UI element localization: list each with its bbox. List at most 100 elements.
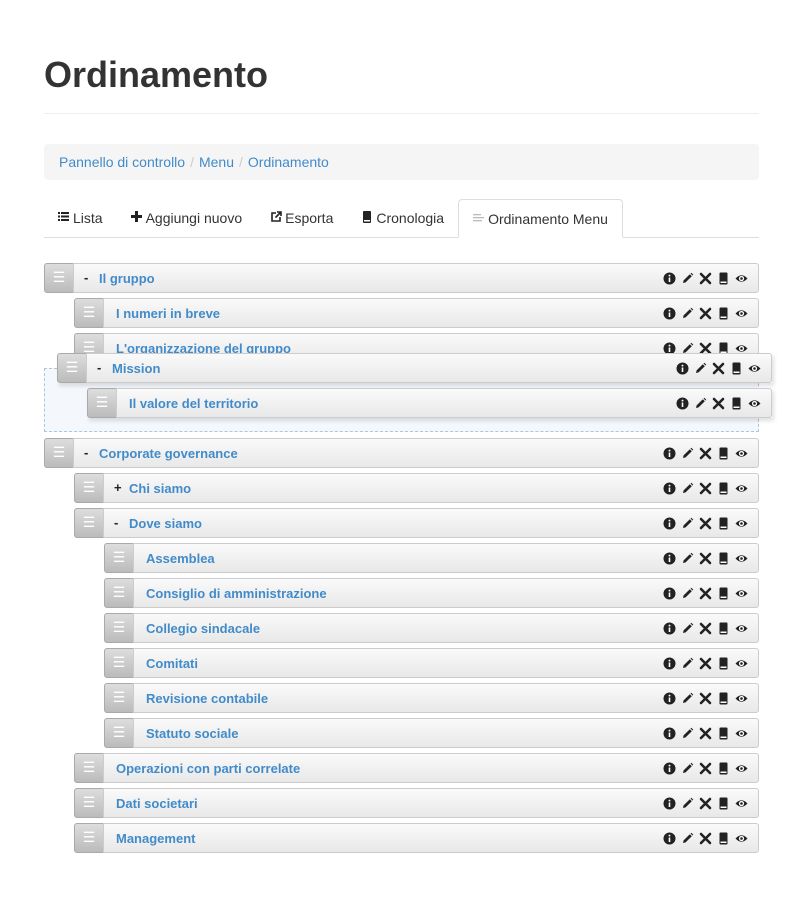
info-icon[interactable] bbox=[663, 342, 676, 353]
drag-handle-icon[interactable]: ☰ bbox=[74, 333, 104, 353]
menu-item-label[interactable]: I numeri in breve bbox=[116, 306, 220, 321]
view-icon[interactable] bbox=[735, 307, 748, 320]
info-icon[interactable] bbox=[676, 397, 689, 410]
book-icon[interactable] bbox=[730, 397, 743, 410]
delete-icon[interactable] bbox=[699, 587, 712, 600]
delete-icon[interactable] bbox=[699, 727, 712, 740]
delete-icon[interactable] bbox=[699, 797, 712, 810]
edit-icon[interactable] bbox=[681, 622, 694, 635]
menu-item[interactable]: ☰ - Il gruppo bbox=[44, 263, 759, 293]
menu-item-label[interactable]: Chi siamo bbox=[129, 481, 191, 496]
book-icon[interactable] bbox=[717, 797, 730, 810]
edit-icon[interactable] bbox=[694, 362, 707, 375]
drag-handle-icon[interactable]: ☰ bbox=[87, 388, 117, 418]
drag-handle-icon[interactable]: ☰ bbox=[44, 263, 74, 293]
drag-handle-icon[interactable]: ☰ bbox=[74, 753, 104, 783]
drag-handle-icon[interactable]: ☰ bbox=[104, 578, 134, 608]
edit-icon[interactable] bbox=[681, 482, 694, 495]
edit-icon[interactable] bbox=[681, 447, 694, 460]
edit-icon[interactable] bbox=[681, 832, 694, 845]
menu-item-label[interactable]: Mission bbox=[112, 361, 160, 376]
edit-icon[interactable] bbox=[681, 307, 694, 320]
view-icon[interactable] bbox=[748, 362, 761, 375]
drag-handle-icon[interactable]: ☰ bbox=[44, 438, 74, 468]
tab-add-new[interactable]: Aggiungi nuovo bbox=[117, 199, 257, 237]
view-icon[interactable] bbox=[735, 797, 748, 810]
menu-item-label[interactable]: Management bbox=[116, 831, 195, 846]
menu-item-label[interactable]: Consiglio di amministrazione bbox=[146, 586, 327, 601]
delete-icon[interactable] bbox=[699, 552, 712, 565]
delete-icon[interactable] bbox=[699, 482, 712, 495]
view-icon[interactable] bbox=[735, 342, 748, 353]
menu-item[interactable]: ☰ Comitati bbox=[104, 648, 759, 678]
edit-icon[interactable] bbox=[681, 272, 694, 285]
edit-icon[interactable] bbox=[694, 397, 707, 410]
tab-list[interactable]: Lista bbox=[44, 199, 117, 237]
info-icon[interactable] bbox=[663, 447, 676, 460]
menu-item[interactable]: ☰ - Dove siamo bbox=[74, 508, 759, 538]
drag-handle-icon[interactable]: ☰ bbox=[104, 718, 134, 748]
view-icon[interactable] bbox=[735, 762, 748, 775]
info-icon[interactable] bbox=[663, 727, 676, 740]
info-icon[interactable] bbox=[663, 622, 676, 635]
menu-item-label[interactable]: Dove siamo bbox=[129, 516, 202, 531]
edit-icon[interactable] bbox=[681, 727, 694, 740]
drag-handle-icon[interactable]: ☰ bbox=[74, 508, 104, 538]
book-icon[interactable] bbox=[717, 552, 730, 565]
drag-handle-icon[interactable]: ☰ bbox=[104, 613, 134, 643]
drag-handle-icon[interactable]: ☰ bbox=[74, 473, 104, 503]
book-icon[interactable] bbox=[717, 622, 730, 635]
delete-icon[interactable] bbox=[699, 622, 712, 635]
info-icon[interactable] bbox=[663, 587, 676, 600]
edit-icon[interactable] bbox=[681, 692, 694, 705]
view-icon[interactable] bbox=[735, 552, 748, 565]
delete-icon[interactable] bbox=[699, 307, 712, 320]
breadcrumb-ordering[interactable]: Ordinamento bbox=[248, 154, 329, 170]
edit-icon[interactable] bbox=[681, 657, 694, 670]
drag-handle-icon[interactable]: ☰ bbox=[104, 683, 134, 713]
delete-icon[interactable] bbox=[699, 447, 712, 460]
view-icon[interactable] bbox=[735, 447, 748, 460]
menu-item-label[interactable]: Il valore del territorio bbox=[129, 396, 258, 411]
info-icon[interactable] bbox=[663, 517, 676, 530]
menu-item[interactable]: ☰ I numeri in breve bbox=[74, 298, 759, 328]
menu-item-label[interactable]: Revisione contabile bbox=[146, 691, 268, 706]
info-icon[interactable] bbox=[663, 307, 676, 320]
collapse-toggle[interactable]: - bbox=[114, 515, 118, 530]
delete-icon[interactable] bbox=[712, 362, 725, 375]
book-icon[interactable] bbox=[717, 447, 730, 460]
collapse-toggle[interactable]: - bbox=[84, 270, 88, 285]
tab-export[interactable]: Esporta bbox=[256, 199, 347, 237]
tab-history[interactable]: Cronologia bbox=[347, 199, 458, 237]
book-icon[interactable] bbox=[730, 362, 743, 375]
info-icon[interactable] bbox=[663, 797, 676, 810]
info-icon[interactable] bbox=[663, 657, 676, 670]
menu-item[interactable]: ☰ + Chi siamo bbox=[74, 473, 759, 503]
view-icon[interactable] bbox=[748, 397, 761, 410]
menu-item-label[interactable]: Corporate governance bbox=[99, 446, 238, 461]
info-icon[interactable] bbox=[663, 552, 676, 565]
menu-item-label[interactable]: Il gruppo bbox=[99, 271, 155, 286]
menu-item[interactable]: ☰ Consiglio di amministrazione bbox=[104, 578, 759, 608]
menu-item-dragging[interactable]: ☰ Il valore del territorio bbox=[87, 388, 772, 418]
collapse-toggle[interactable]: - bbox=[97, 360, 101, 375]
delete-icon[interactable] bbox=[699, 272, 712, 285]
edit-icon[interactable] bbox=[681, 552, 694, 565]
info-icon[interactable] bbox=[663, 832, 676, 845]
menu-item-label[interactable]: Statuto sociale bbox=[146, 726, 238, 741]
menu-item[interactable]: ☰ Collegio sindacale bbox=[104, 613, 759, 643]
edit-icon[interactable] bbox=[681, 762, 694, 775]
info-icon[interactable] bbox=[676, 362, 689, 375]
info-icon[interactable] bbox=[663, 692, 676, 705]
book-icon[interactable] bbox=[717, 342, 730, 353]
menu-item-dragging[interactable]: ☰ - Mission bbox=[57, 353, 772, 383]
tab-menu-ordering[interactable]: Ordinamento Menu bbox=[458, 199, 623, 238]
view-icon[interactable] bbox=[735, 832, 748, 845]
book-icon[interactable] bbox=[717, 272, 730, 285]
menu-item[interactable]: ☰ Assemblea bbox=[104, 543, 759, 573]
menu-item[interactable]: ☰ Statuto sociale bbox=[104, 718, 759, 748]
breadcrumb-control-panel[interactable]: Pannello di controllo bbox=[59, 154, 185, 170]
delete-icon[interactable] bbox=[699, 517, 712, 530]
book-icon[interactable] bbox=[717, 482, 730, 495]
book-icon[interactable] bbox=[717, 692, 730, 705]
